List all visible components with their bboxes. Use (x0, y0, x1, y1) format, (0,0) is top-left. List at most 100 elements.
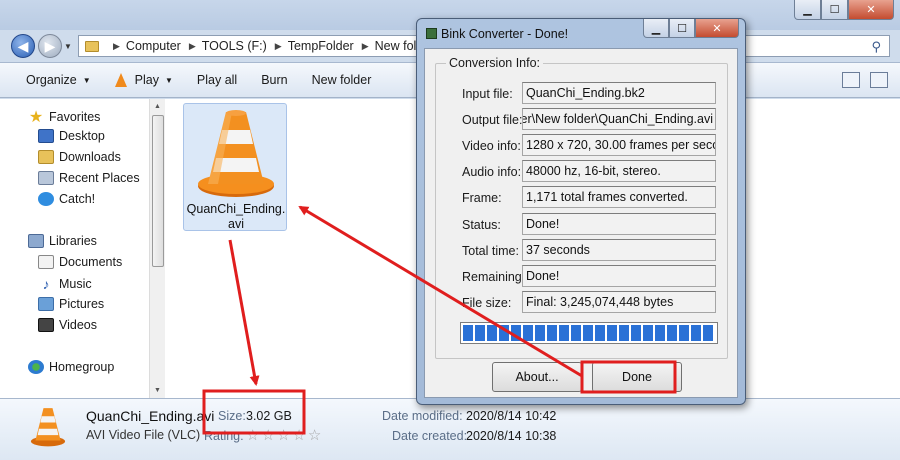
dialog-body: Conversion Info: Input file: QuanChi_End… (424, 48, 738, 398)
breadcrumb-tempfolder[interactable]: TempFolder (288, 39, 354, 53)
chevron-right-icon[interactable]: ▶ (362, 41, 369, 52)
row-label: Video info: (462, 139, 521, 153)
details-size-value: 3.02 GB (246, 409, 292, 423)
close-icon[interactable]: ✕ (848, 0, 894, 20)
scroll-down-icon[interactable]: ▼ (154, 387, 161, 394)
maximize-icon[interactable]: ☐ (669, 19, 695, 38)
star-icon: ★ (28, 109, 44, 126)
bink-app-icon (426, 28, 437, 39)
row-label: Status: (462, 218, 501, 232)
details-rating-label: Rating: (204, 429, 244, 443)
change-view-icon[interactable] (842, 72, 860, 88)
recent-places-icon (38, 171, 54, 185)
minimize-icon[interactable]: ▁ (794, 0, 821, 20)
row-file-size: File size: Final: 3,245,074,448 bytes (436, 291, 729, 313)
star-outline-icon[interactable]: ☆ (292, 427, 307, 444)
view-controls (842, 72, 888, 88)
minimize-icon[interactable]: ▁ (643, 19, 669, 38)
row-status: Status: Done! (436, 213, 729, 235)
breadcrumb-tools-drive[interactable]: TOOLS (F:) (202, 39, 267, 53)
catch-icon (38, 192, 54, 206)
play-button[interactable]: Play ▼ (114, 73, 173, 87)
caret-down-icon: ▼ (164, 75, 173, 85)
close-icon[interactable]: ✕ (695, 19, 739, 38)
details-created-value: 2020/8/14 10:38 (466, 429, 557, 443)
nav-recent-places[interactable]: Recent Places (38, 171, 140, 185)
new-folder-button[interactable]: New folder (312, 73, 372, 87)
dialog-title: Bink Converter - Done! (441, 27, 569, 41)
nav-downloads[interactable]: Downloads (38, 150, 121, 164)
row-frame: Frame: 1,171 total frames converted. (436, 186, 729, 208)
row-video-info: Video info: 1280 x 720, 30.00 frames per… (436, 134, 729, 156)
nav-label: Videos (59, 318, 97, 332)
music-note-icon: ♪ (42, 276, 50, 292)
nav-catch[interactable]: Catch! (38, 192, 95, 206)
input-file-value: QuanChi_Ending.bk2 (522, 82, 716, 104)
history-dropdown-icon[interactable]: ▼ (64, 42, 72, 51)
star-outline-icon[interactable]: ☆ (261, 427, 276, 444)
frame-value: 1,171 total frames converted. (522, 186, 716, 208)
nav-label: Pictures (59, 297, 105, 311)
breadcrumb-computer[interactable]: Computer (126, 39, 181, 53)
vlc-cone-icon (30, 408, 66, 447)
nav-scrollbar[interactable]: ▲ ▼ (149, 99, 165, 399)
rating-stars[interactable]: ☆☆☆☆☆ (246, 426, 323, 444)
forward-arrow-icon[interactable]: ▶ (38, 34, 62, 58)
video-info-value: 1280 x 720, 30.00 frames per second (522, 134, 716, 156)
pictures-icon (38, 297, 54, 311)
search-icon[interactable]: ⚲ (871, 39, 881, 55)
status-value: Done! (522, 213, 716, 235)
file-item-quanchi-ending[interactable]: QuanChi_Ending. avi (183, 103, 287, 231)
file-name-label: QuanChi_Ending. avi (184, 202, 288, 232)
conversion-progress-bar (460, 322, 718, 344)
output-file-value: F:\TempFolder\New folder\QuanChi_Ending.… (522, 108, 716, 130)
nav-pictures[interactable]: Pictures (38, 297, 104, 311)
output-file-text: F:\TempFolder\New folder\QuanChi_Ending.… (523, 112, 713, 126)
downloads-folder-icon (38, 150, 54, 164)
done-button[interactable]: Done (592, 362, 682, 392)
row-label: File size: (462, 296, 512, 310)
vlc-cone-icon (198, 110, 274, 197)
maximize-icon[interactable]: ☐ (821, 0, 848, 20)
row-label: Total time: (462, 244, 519, 258)
row-label: Output file: (462, 113, 523, 127)
nav-desktop[interactable]: Desktop (38, 129, 105, 143)
play-all-button[interactable]: Play all (197, 73, 237, 87)
chevron-right-icon[interactable]: ▶ (275, 41, 282, 52)
total-time-value: 37 seconds (522, 239, 716, 261)
explorer-caption-buttons: ▁ ☐ ✕ (794, 0, 894, 20)
nav-documents[interactable]: Documents (38, 255, 122, 269)
nav-label: Homegroup (49, 360, 115, 374)
conversion-info-group: Conversion Info: Input file: QuanChi_End… (435, 56, 729, 359)
nav-homegroup[interactable]: Homegroup (28, 360, 114, 374)
about-button[interactable]: About... (492, 362, 582, 392)
row-label: Remaining: (462, 270, 526, 284)
star-outline-icon[interactable]: ☆ (308, 427, 323, 444)
nav-label: Documents (59, 255, 123, 269)
file-name-line1: QuanChi_Ending. (186, 202, 286, 216)
progress-fill (463, 325, 715, 341)
organize-button[interactable]: Organize ▼ (26, 73, 91, 87)
row-label: Frame: (462, 191, 502, 205)
nav-label: Downloads (59, 150, 121, 164)
nav-videos[interactable]: Videos (38, 318, 97, 332)
star-outline-icon[interactable]: ☆ (277, 427, 292, 444)
scroll-up-icon[interactable]: ▲ (154, 103, 161, 110)
details-file-name: QuanChi_Ending.avi (86, 408, 215, 424)
scroll-thumb[interactable] (152, 115, 164, 267)
nav-libraries[interactable]: Libraries (28, 234, 97, 248)
row-input-file: Input file: QuanChi_Ending.bk2 (436, 82, 729, 104)
nav-favorites[interactable]: ★ Favorites (28, 107, 101, 127)
details-pane: QuanChi_Ending.avi AVI Video File (VLC) … (0, 398, 900, 460)
file-name-line2: avi (228, 217, 244, 231)
group-title: Conversion Info: (446, 56, 544, 70)
star-outline-icon[interactable]: ☆ (246, 427, 261, 444)
back-arrow-icon[interactable]: ◀ (11, 34, 35, 58)
folder-icon (85, 40, 99, 52)
nav-music[interactable]: ♪ Music (38, 276, 92, 292)
burn-button[interactable]: Burn (261, 73, 287, 87)
preview-pane-icon[interactable] (870, 72, 888, 88)
navigation-pane: ★ Favorites Desktop Downloads Recent Pla… (0, 99, 150, 399)
chevron-right-icon[interactable]: ▶ (189, 41, 196, 52)
chevron-right-icon[interactable]: ▶ (113, 41, 120, 52)
